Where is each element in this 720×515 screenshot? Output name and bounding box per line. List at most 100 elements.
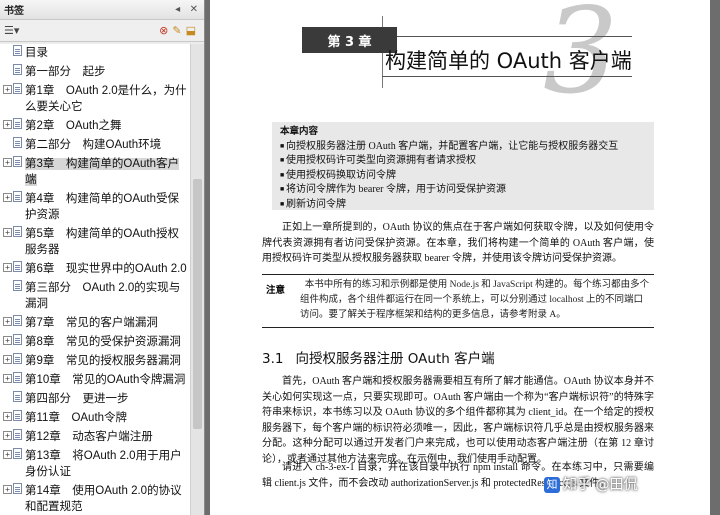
panel-options-icon[interactable]: ◂	[175, 4, 180, 15]
panel-title: 书签	[4, 6, 24, 17]
bookmark-item[interactable]: + 第6章 现实世界中的OAuth 2.0	[0, 260, 191, 279]
bookmark-item[interactable]: + 第13章 将OAuth 2.0用于用户身份认证	[0, 447, 191, 482]
bookmark-page-icon	[13, 372, 22, 383]
bookmark-label: 第4章 构建简单的OAuth受保护资源	[25, 193, 179, 221]
bookmark-item[interactable]: + 第8章 常见的受保护资源漏洞	[0, 333, 191, 352]
bookmark-label: 第三部分 OAuth 2.0的实现与漏洞	[25, 282, 181, 310]
panel-toolbar: ☰▾ ⊗ ✎ ⬓	[0, 20, 204, 42]
zhihu-logo-icon: 知	[544, 477, 560, 493]
bookmark-page-icon	[13, 410, 22, 421]
expand-toggle-icon[interactable]: +	[3, 85, 12, 94]
bookmark-page-icon	[13, 483, 22, 494]
bookmark-page-icon	[13, 261, 22, 272]
scroll-thumb[interactable]	[193, 179, 202, 429]
bookmark-label: 第1章 OAuth 2.0是什么，为什么要关心它	[25, 85, 187, 113]
bookmark-label: 第9章 常见的授权服务器漏洞	[25, 355, 181, 367]
contents-heading: 本章内容	[280, 126, 319, 137]
chapter-contents-box: 本章内容 向授权服务器注册 OAuth 客户端，并配置客户端，让它能与授权服务器…	[272, 122, 654, 210]
bookmark-item[interactable]: 第二部分 构建OAuth环境	[0, 136, 191, 155]
bookmark-page-icon	[13, 45, 22, 56]
section-paragraph-1: 首先，OAuth 客户端和授权服务器需要相互有所了解才能通信。OAuth 协议本…	[262, 376, 654, 465]
expand-bookmark-icon[interactable]: ⬓	[186, 24, 196, 37]
expand-toggle-icon[interactable]: +	[3, 120, 12, 129]
bookmark-label: 第8章 常见的受保护资源漏洞	[25, 336, 181, 348]
bookmarks-panel: 书签 ◂ ✕ ☰▾ ⊗ ✎ ⬓ 目录第一部分 起步 + 第1章 OAuth 2.0是…	[0, 0, 205, 515]
bookmark-item[interactable]: + 第4章 构建简单的OAuth受保护资源	[0, 190, 191, 225]
bookmark-item[interactable]: + 第10章 常见的OAuth令牌漏洞	[0, 371, 191, 390]
bookmark-page-icon	[13, 137, 22, 148]
bookmark-page-icon	[13, 156, 22, 167]
bookmark-label: 第四部分 更进一步	[25, 393, 129, 405]
bookmark-item[interactable]: 第一部分 起步	[0, 63, 191, 82]
bookmark-page-icon	[13, 191, 22, 202]
note-text: 本书中所有的练习和示例都是使用 Node.js 和 JavaScript 构建的…	[300, 280, 650, 320]
bookmark-label: 第13章 将OAuth 2.0用于用户身份认证	[25, 450, 182, 478]
bookmark-label: 第6章 现实世界中的OAuth 2.0	[25, 263, 187, 275]
bookmark-page-icon	[13, 64, 22, 75]
bookmark-tree[interactable]: 目录第一部分 起步 + 第1章 OAuth 2.0是什么，为什么要关心它 + 第2章 O…	[0, 44, 191, 515]
expand-toggle-icon[interactable]: +	[3, 317, 12, 326]
delete-bookmark-icon[interactable]: ⊗	[159, 24, 168, 37]
bookmark-item[interactable]: + 第1章 OAuth 2.0是什么，为什么要关心它	[0, 82, 191, 117]
bookmark-label: 第一部分 起步	[25, 66, 106, 78]
bookmark-label: 第5章 构建简单的OAuth授权服务器	[25, 228, 179, 256]
note-rule-top	[262, 274, 654, 275]
options-menu-icon[interactable]: ☰▾	[4, 24, 19, 37]
panel-header: 书签 ◂ ✕	[0, 0, 204, 20]
bookmark-page-icon	[13, 429, 22, 440]
watermark-text: 知乎 @田侃	[563, 477, 638, 493]
bookmark-label: 第10章 常见的OAuth令牌漏洞	[25, 374, 186, 386]
expand-toggle-icon[interactable]: +	[3, 193, 12, 202]
note-label: 注意	[266, 285, 286, 296]
bookmark-label: 第2章 OAuth之舞	[25, 120, 122, 132]
bookmark-item[interactable]: + 第12章 动态客户端注册	[0, 428, 191, 447]
expand-toggle-icon[interactable]: +	[3, 263, 12, 272]
bookmark-page-icon	[13, 280, 22, 291]
bookmark-label: 第12章 动态客户端注册	[25, 431, 153, 443]
bookmark-label: 第7章 常见的客户端漏洞	[25, 317, 158, 329]
expand-toggle-icon[interactable]: +	[3, 485, 12, 494]
bookmark-label: 第3章 构建简单的OAuth客户端	[25, 158, 179, 186]
bookmark-scrollbar[interactable]	[190, 44, 204, 515]
expand-toggle-icon[interactable]: +	[3, 355, 12, 364]
bookmark-page-icon	[13, 334, 22, 345]
section-title: 向授权服务器注册 OAuth 客户端	[295, 351, 495, 367]
bookmark-label: 目录	[25, 47, 48, 59]
bookmark-item[interactable]: + 第5章 构建简单的OAuth授权服务器	[0, 225, 191, 260]
section-heading: 3.1 向授权服务器注册 OAuth 客户端	[262, 347, 495, 367]
bookmark-item[interactable]: 第四部分 更进一步	[0, 390, 191, 409]
bookmark-page-icon	[13, 315, 22, 326]
bookmark-page-icon	[13, 83, 22, 94]
chapter-title: 构建简单的 OAuth 客户端	[385, 49, 632, 73]
contents-item: 向授权服务器注册 OAuth 客户端，并配置客户端，让它能与授权服务器交互	[280, 140, 646, 155]
bookmark-item[interactable]: + 第14章 使用OAuth 2.0的协议和配置规范	[0, 482, 191, 515]
document-page: 3 第 3 章 构建简单的 OAuth 客户端 本章内容 向授权服务器注册 OA…	[210, 0, 710, 515]
expand-toggle-icon[interactable]: +	[3, 228, 12, 237]
chapter-label: 第 3 章	[302, 27, 397, 53]
bookmark-page-icon	[13, 353, 22, 364]
chapter-rule-bottom	[382, 76, 632, 77]
expand-toggle-icon[interactable]: +	[3, 158, 12, 167]
bookmark-label: 第11章 OAuth令牌	[25, 412, 128, 424]
expand-toggle-icon[interactable]: +	[3, 450, 12, 459]
bookmark-item[interactable]: 目录	[0, 44, 191, 63]
bookmark-item[interactable]: + 第9章 常见的授权服务器漏洞	[0, 352, 191, 371]
note-rule-bottom	[262, 327, 654, 328]
close-icon[interactable]: ✕	[190, 4, 198, 15]
expand-toggle-icon[interactable]: +	[3, 412, 12, 421]
bookmark-item[interactable]: + 第7章 常见的客户端漏洞	[0, 314, 191, 333]
expand-toggle-icon[interactable]: +	[3, 374, 12, 383]
expand-toggle-icon[interactable]: +	[3, 431, 12, 440]
bookmark-item[interactable]: + 第3章 构建简单的OAuth客户端	[0, 155, 191, 190]
contents-item: 将访问令牌作为 bearer 令牌，用于访问受保护资源	[280, 183, 646, 198]
new-bookmark-icon[interactable]: ✎	[172, 24, 181, 37]
chapter-rule-top	[382, 36, 632, 37]
expand-toggle-icon[interactable]: +	[3, 336, 12, 345]
bookmark-page-icon	[13, 448, 22, 459]
bookmark-item[interactable]: + 第11章 OAuth令牌	[0, 409, 191, 428]
bookmark-item[interactable]: 第三部分 OAuth 2.0的实现与漏洞	[0, 279, 191, 314]
bookmark-item[interactable]: + 第2章 OAuth之舞	[0, 117, 191, 136]
contents-item: 使用授权码换取访问令牌	[280, 169, 646, 184]
section-number: 3.1	[262, 351, 284, 367]
bookmark-page-icon	[13, 118, 22, 129]
